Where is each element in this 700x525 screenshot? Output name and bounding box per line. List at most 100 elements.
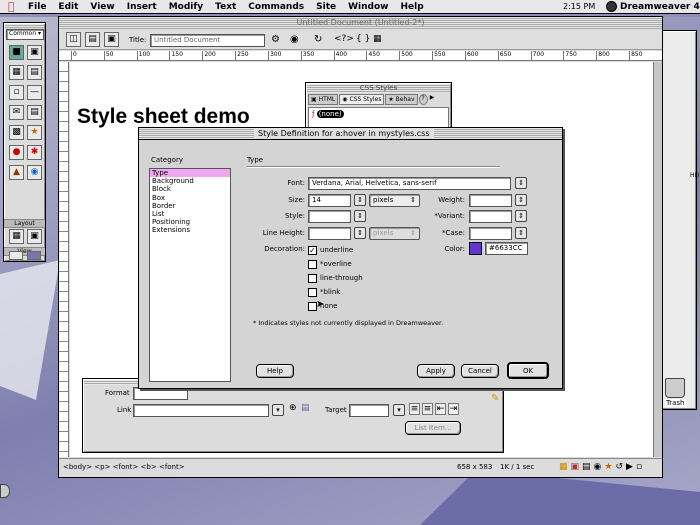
show-design-view-icon[interactable]: ▣ [104,32,119,47]
app-switcher-label[interactable]: Dreamweaver 4 [620,1,700,13]
menu-edit[interactable]: Edit [58,1,78,13]
launcher-html-styles-icon[interactable]: ▤ [582,462,591,472]
checkbox[interactable]: ✓ [308,245,317,255]
show-code-design-icon[interactable]: ▤ [85,32,100,47]
code-navigation-icon[interactable]: { } [356,34,370,44]
css-style-item[interactable]: ƒ (none) [312,110,344,118]
apple-menu-icon[interactable]:  [8,0,15,13]
insert-table-icon[interactable]: ▦ [9,65,24,80]
insert-fireworks-icon[interactable]: ★ [27,125,42,140]
insert-image-icon[interactable]: ■ [9,45,24,60]
dialog-titlebar[interactable]: Style Definition for a:hover in mystyles… [139,128,562,140]
list-item-button[interactable]: List Item... [405,421,461,435]
page-heading[interactable]: Style sheet demo [77,105,250,129]
layout-view-icon[interactable] [27,251,41,260]
menu-window[interactable]: Window [348,1,388,13]
insert-date-icon[interactable]: ▤ [27,105,42,120]
layout-table-icon[interactable]: ▦ [9,229,24,244]
css-panel-titlebar[interactable]: CSS Styles [307,84,450,93]
preview-browser-icon[interactable]: ◉ [290,34,299,45]
link-dropdown-arrow[interactable]: ▾ [272,404,284,416]
standard-view-icon[interactable] [9,251,23,260]
launcher-css-styles-icon[interactable]: ◉ [594,462,602,472]
target-field[interactable] [349,404,389,417]
view-options-icon[interactable]: ▦ [373,34,382,44]
case-dropdown-arrow[interactable]: ⇕ [515,227,527,239]
category-item-border[interactable]: Border [150,202,230,210]
insert-generator-icon[interactable]: ▲ [9,165,24,180]
tag-selector[interactable]: <body> <p> <font> <b> <font> [63,463,185,471]
insert-rule-icon[interactable]: — [27,85,42,100]
font-dropdown-arrow[interactable]: ⇕ [515,177,527,189]
decoration-line-through[interactable]: line-through [308,271,363,285]
unordered-list-icon[interactable]: ≡ [409,403,420,415]
layout-cell-icon[interactable]: ▣ [27,229,42,244]
tab-behaviors[interactable]: ★ Behav [385,94,418,105]
decoration-underline[interactable]: ✓ underline [308,243,363,257]
category-item-extensions[interactable]: Extensions [150,226,230,234]
ok-button[interactable]: OK [507,362,549,379]
app-switcher-icon[interactable] [606,1,617,12]
panel-options-arrow-icon[interactable]: ▶ [429,94,436,105]
objects-category-dropdown[interactable]: Common ▾ [6,29,44,40]
insert-email-icon[interactable]: ✉ [9,105,24,120]
vertical-scrollbar[interactable] [653,62,662,457]
size-unit-select[interactable]: pixels ⇕ [369,194,420,207]
insert-rollover-icon[interactable]: ▣ [27,45,42,60]
refresh-icon[interactable]: ↻ [314,34,322,45]
launcher-site-icon[interactable]: ▦ [559,462,568,472]
variant-dropdown-arrow[interactable]: ⇕ [515,210,527,222]
document-title-field[interactable]: Untitled Document [150,34,265,47]
launcher-code-icon[interactable]: ▫ [636,462,642,472]
insert-activex-icon[interactable]: ◉ [27,165,42,180]
weight-dropdown-arrow[interactable]: ⇕ [515,194,527,206]
text-outdent-icon[interactable]: ⇤ [435,403,446,415]
category-item-type[interactable]: Type [150,169,230,178]
show-code-view-icon[interactable]: ◫ [66,32,81,47]
ordered-list-icon[interactable]: ≡ [422,403,433,415]
apply-button[interactable]: Apply [417,364,455,378]
reference-icon[interactable]: <?> [334,34,354,44]
menu-site[interactable]: Site [316,1,336,13]
help-icon[interactable]: ? [418,94,428,105]
category-item-background[interactable]: Background [150,177,230,185]
variant-field[interactable] [469,210,512,223]
line-height-unit-select[interactable]: pixels ⇕ [369,227,420,240]
category-item-positioning[interactable]: Positioning [150,218,230,226]
style-dropdown-arrow[interactable]: ⇕ [354,210,366,222]
checkbox[interactable] [308,259,317,269]
menu-modify[interactable]: Modify [169,1,203,13]
menubar-clock[interactable]: 2:15 PM [563,1,595,13]
insert-shockwave-icon[interactable]: ✱ [27,145,42,160]
insert-tabular-data-icon[interactable]: ▩ [9,125,24,140]
menu-file[interactable]: File [28,1,46,13]
insert-flash-icon[interactable]: ● [9,145,24,160]
insert-layer-icon[interactable]: ▤ [27,65,42,80]
weight-field[interactable] [469,194,512,207]
color-swatch[interactable] [469,242,482,255]
text-indent-icon[interactable]: ⇥ [448,403,459,415]
color-field[interactable]: #6633CC [485,242,528,255]
point-to-file-icon[interactable]: ⊕ [289,403,297,413]
trash-icon[interactable] [665,378,685,398]
hd-label[interactable]: HD [690,172,699,179]
quick-tag-editor-icon[interactable]: ✎ [491,393,499,404]
line-height-dropdown-arrow[interactable]: ⇕ [354,227,366,239]
case-field[interactable] [469,227,512,240]
insert-navbar-icon[interactable]: ▫ [9,85,24,100]
menu-insert[interactable]: Insert [127,1,157,13]
decoration-blink[interactable]: *blink [308,285,363,299]
menu-text[interactable]: Text [215,1,236,13]
target-dropdown-arrow[interactable]: ▾ [393,404,405,416]
checkbox[interactable] [308,287,317,297]
window-size-popup[interactable]: 658 x 583 [457,463,492,471]
browse-folder-icon[interactable]: ▤ [301,403,310,413]
font-field[interactable]: Verdana, Arial, Helvetica, sans-serif [308,177,511,190]
menu-help[interactable]: Help [400,1,423,13]
size-dropdown-arrow[interactable]: ⇕ [354,194,366,206]
decoration-overline[interactable]: *overline [308,257,363,271]
menu-view[interactable]: View [90,1,114,13]
help-button[interactable]: Help [256,364,294,378]
category-item-block[interactable]: Block [150,185,230,193]
objects-palette-titlebar[interactable] [5,24,44,28]
